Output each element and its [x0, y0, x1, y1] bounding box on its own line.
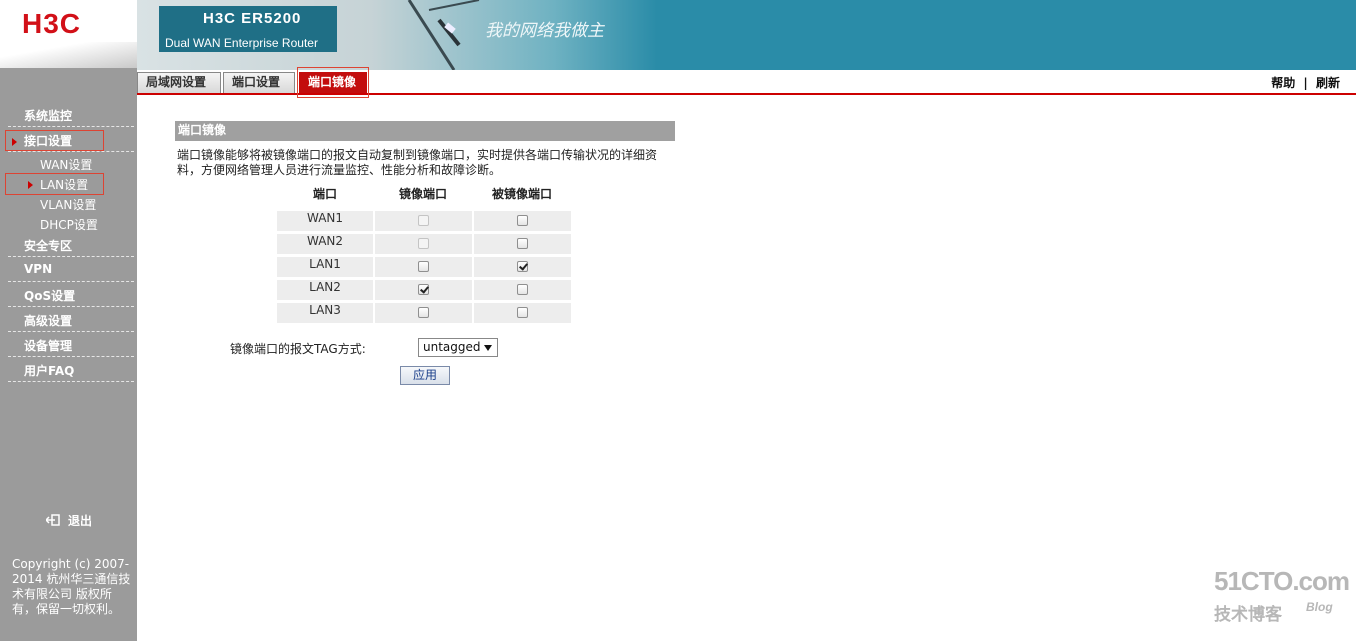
tag-mode-label: 镜像端口的报文TAG方式: — [230, 342, 366, 356]
apply-button[interactable]: 应用 — [400, 366, 450, 385]
mirrored-port-cell — [474, 280, 571, 300]
header-banner: H3C ER5200 Dual WAN Enterprise Router 我的… — [137, 0, 1356, 70]
sidebar-item-qos[interactable]: QoS设置 — [8, 287, 134, 307]
sidebar-item-device-management[interactable]: 设备管理 — [8, 337, 134, 357]
tag-mode-value: untagged — [423, 340, 481, 354]
mirrored-port-checkbox[interactable] — [517, 238, 528, 249]
interface-highlight-box — [5, 130, 104, 151]
table-row: WAN2 — [277, 234, 572, 254]
mirror-port-cell — [375, 303, 472, 323]
help-link[interactable]: 帮助 — [1271, 76, 1295, 90]
sidebar-item-vlan[interactable]: VLAN设置 — [40, 196, 96, 214]
section-description: 端口镜像能够将被镜像端口的报文自动复制到镜像端口，实时提供各端口传输状况的详细资… — [177, 148, 658, 177]
mirrored-port-cell — [474, 234, 571, 254]
refresh-link[interactable]: 刷新 — [1316, 76, 1340, 90]
logout-button[interactable]: 退出 — [46, 512, 92, 529]
slogan: 我的网络我做主 — [485, 21, 604, 41]
mirror-port-cell — [375, 211, 472, 231]
top-links: 帮助 | 刷新 — [1271, 74, 1340, 91]
tab-port-settings[interactable]: 端口设置 — [223, 72, 295, 93]
mirror-port-checkbox[interactable] — [418, 307, 429, 318]
sidebar-item-vpn[interactable]: VPN — [8, 262, 134, 282]
port-name-cell: LAN2 — [277, 280, 373, 300]
mirror-port-cell — [375, 280, 472, 300]
port-name-cell: WAN2 — [277, 234, 373, 254]
port-name-cell: LAN1 — [277, 257, 373, 277]
mirrored-port-checkbox[interactable] — [517, 284, 528, 295]
logout-icon — [46, 514, 60, 526]
mirrored-port-cell — [474, 211, 571, 231]
watermark-site: 51CTO.com — [1214, 566, 1350, 596]
product-title: H3C ER5200 — [203, 10, 302, 27]
mirror-port-cell — [375, 257, 472, 277]
sidebar-item-faq[interactable]: 用户FAQ — [8, 362, 134, 382]
mirrored-port-checkbox[interactable] — [517, 307, 528, 318]
watermark-blog-cn: 技术博客 — [1214, 605, 1282, 625]
section-title: 端口镜像 — [175, 121, 675, 141]
mirrored-port-cell — [474, 303, 571, 323]
product-title-box: H3C ER5200 Dual WAN Enterprise Router — [159, 6, 337, 52]
logo-shade — [0, 42, 137, 68]
logo-area: H3C — [0, 0, 137, 68]
mirrored-port-cell — [474, 257, 571, 277]
tab-highlight-box — [297, 67, 369, 98]
chevron-down-icon — [484, 345, 492, 351]
table-row: WAN1 — [277, 211, 572, 231]
sidebar: 系统监控 接口设置 WAN设置 LAN设置 VLAN设置 DHCP设置 安全专区… — [0, 68, 137, 641]
copyright-text: Copyright (c) 2007-2014 杭州华三通信技术有限公司 版权所… — [12, 557, 131, 616]
port-name-cell: WAN1 — [277, 211, 373, 231]
mirror-port-cell — [375, 234, 472, 254]
port-name-cell: LAN3 — [277, 303, 373, 323]
cable-decoration-icon — [407, 0, 480, 70]
top-links-separator: | — [1303, 76, 1308, 90]
sidebar-item-system-monitor[interactable]: 系统监控 — [8, 107, 134, 127]
table-row: LAN3 — [277, 303, 572, 323]
sidebar-item-wan[interactable]: WAN设置 — [40, 156, 92, 174]
mirror-port-checkbox — [418, 238, 429, 249]
mirrored-port-checkbox[interactable] — [517, 261, 528, 272]
sidebar-item-advanced[interactable]: 高级设置 — [8, 312, 134, 332]
sidebar-item-security[interactable]: 安全专区 — [8, 237, 134, 257]
mirror-port-checkbox[interactable] — [418, 284, 429, 295]
sidebar-item-dhcp[interactable]: DHCP设置 — [40, 216, 98, 234]
mirror-port-checkbox[interactable] — [418, 261, 429, 272]
column-header-port: 端口 — [312, 187, 337, 201]
table-row: LAN1 — [277, 257, 572, 277]
mirrored-port-checkbox[interactable] — [517, 215, 528, 226]
mirror-port-checkbox — [418, 215, 429, 226]
h3c-logo: H3C — [22, 8, 82, 39]
tab-lan-settings[interactable]: 局域网设置 — [137, 72, 221, 93]
product-subtitle: Dual WAN Enterprise Router — [165, 36, 318, 50]
column-header-mirrored-port: 被镜像端口 — [491, 187, 552, 201]
lan-highlight-box — [5, 173, 104, 195]
table-row: LAN2 — [277, 280, 572, 300]
tag-mode-select[interactable]: untagged — [418, 338, 498, 357]
watermark-blog-en: Blog — [1306, 600, 1333, 614]
logout-label: 退出 — [68, 514, 93, 528]
column-header-mirror-port: 镜像端口 — [398, 187, 447, 201]
